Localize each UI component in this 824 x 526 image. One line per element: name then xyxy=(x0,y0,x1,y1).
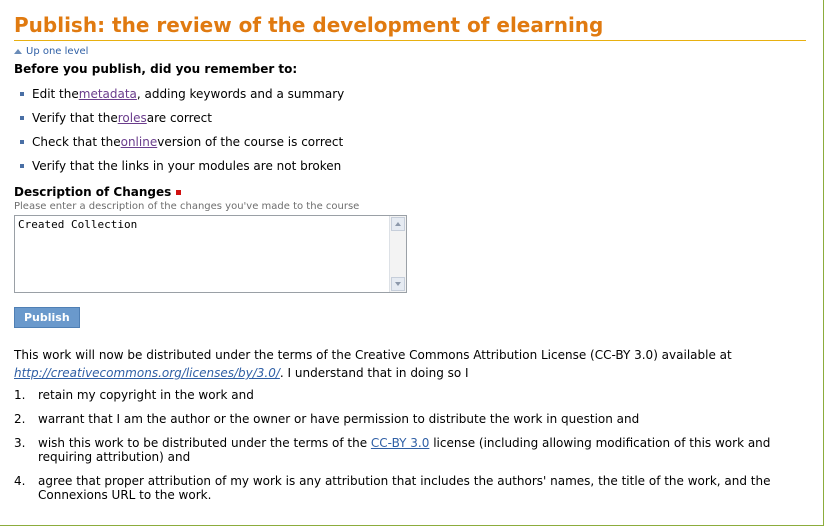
intro-heading: Before you publish, did you remember to: xyxy=(14,62,298,76)
license-url-link[interactable]: http://creativecommons.org/licenses/by/3… xyxy=(14,366,280,380)
license-statement: This work will now be distributed under … xyxy=(14,348,732,380)
checklist: Edit the metadata , adding keywords and … xyxy=(14,82,806,178)
bullet-icon xyxy=(20,164,24,168)
description-textarea[interactable]: Created Collection xyxy=(15,216,390,292)
textarea-scrollbar[interactable] xyxy=(389,216,406,292)
online-link[interactable]: online xyxy=(121,130,158,154)
cc-by-link[interactable]: CC-BY 3.0 xyxy=(371,436,429,450)
publish-button[interactable]: Publish xyxy=(14,307,80,328)
checklist-item: Verify that the roles are correct xyxy=(14,106,806,130)
scroll-up-arrow-icon[interactable] xyxy=(391,217,405,231)
metadata-link[interactable]: metadata xyxy=(79,82,137,106)
description-box: Created Collection xyxy=(14,215,407,293)
checklist-item: Edit the metadata , adding keywords and … xyxy=(14,82,806,106)
bullet-icon xyxy=(20,116,24,120)
bullet-icon xyxy=(20,140,24,144)
terms-list: 1. retain my copyright in the work and 2… xyxy=(14,388,806,502)
terms-item: 4. agree that proper attribution of my w… xyxy=(14,474,771,502)
checklist-item: Check that the online version of the cou… xyxy=(14,130,806,154)
terms-item: 3. wish this work to be distributed unde… xyxy=(14,436,771,464)
description-label: Description of Changes xyxy=(14,185,172,199)
checklist-item: Verify that the links in your modules ar… xyxy=(14,154,806,178)
description-label-row: Description of Changes xyxy=(14,184,806,200)
up-triangle-icon xyxy=(14,49,22,54)
terms-item: 2. warrant that I am the author or the o… xyxy=(14,412,640,426)
bullet-icon xyxy=(20,92,24,96)
up-one-level-link[interactable]: Up one level xyxy=(26,45,88,58)
terms-item: 1. retain my copyright in the work and xyxy=(14,388,254,402)
scroll-down-arrow-icon[interactable] xyxy=(391,277,405,291)
description-help: Please enter a description of the change… xyxy=(14,201,360,212)
roles-link[interactable]: roles xyxy=(118,106,147,130)
required-marker-icon xyxy=(176,189,182,195)
up-one-level[interactable]: Up one level xyxy=(14,45,806,58)
page-title: Publish: the review of the development o… xyxy=(14,0,806,41)
main-content: Publish: the review of the development o… xyxy=(14,0,806,512)
